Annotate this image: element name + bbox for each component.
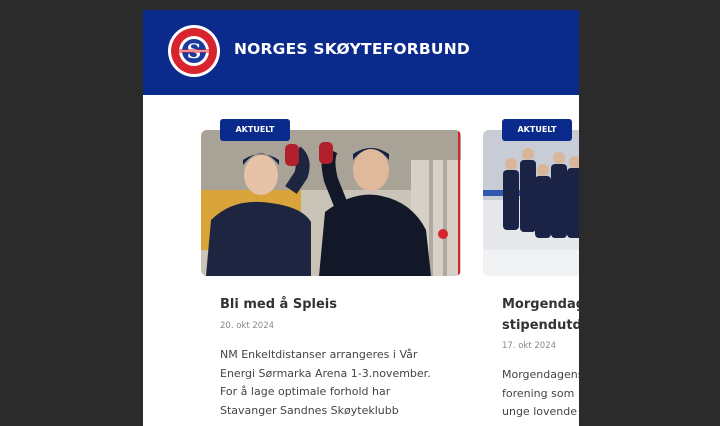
article-excerpt: Morgendagens forening som unge lovende xyxy=(502,366,579,422)
excerpt-line: For å lage optimale forhold har xyxy=(220,385,391,398)
article-title[interactable]: Morgendagens stipendutdeling xyxy=(502,294,579,336)
article-image[interactable] xyxy=(201,130,461,276)
article-image[interactable] xyxy=(483,130,579,276)
site-title[interactable]: NORGES SKØYTEFORBUND xyxy=(234,40,470,58)
category-badge[interactable]: AKTUELT xyxy=(220,119,290,141)
article-date: 20. okt 2024 xyxy=(220,321,275,331)
excerpt-line: forening som xyxy=(502,386,575,400)
excerpt-line: Stavanger Sandnes Skøyteklubb xyxy=(220,403,399,417)
excerpt-line: unge lovende xyxy=(502,405,577,418)
article-date: 17. okt 2024 xyxy=(502,341,557,351)
excerpt-line: NM Enkeltdistanser arrangeres i Vår xyxy=(220,348,418,361)
article-title[interactable]: Bli med å Spleis xyxy=(220,294,460,315)
title-line: stipendutdeling xyxy=(502,318,579,333)
federation-seal-logo[interactable]: S xyxy=(167,24,221,78)
excerpt-line: Energi Sørmarka Arena 1-3.november. xyxy=(220,366,431,380)
title-line: Morgendagens xyxy=(502,297,579,312)
browser-viewport: S NORGES SKØYTEFORBUND AKTUELT Bli med å… xyxy=(143,10,579,426)
excerpt-line: Morgendagens xyxy=(502,368,579,381)
article-excerpt: NM Enkeltdistanser arrangeres i Vår Ener… xyxy=(220,346,452,420)
site-header: S NORGES SKØYTEFORBUND xyxy=(143,10,579,95)
category-badge[interactable]: AKTUELT xyxy=(502,119,572,141)
